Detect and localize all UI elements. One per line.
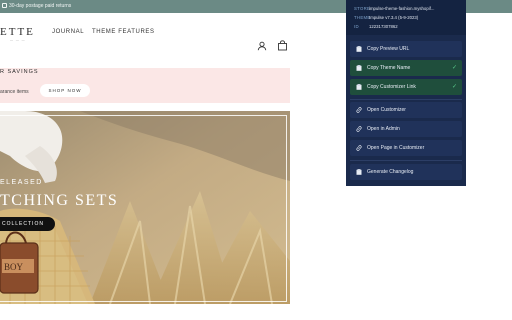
check-icon: ✓: [451, 84, 457, 90]
shop-collection-button[interactable]: COLLECTION: [0, 217, 55, 231]
check-icon: ✓: [451, 65, 457, 71]
divider: [350, 160, 462, 161]
link-icon: [356, 126, 362, 132]
open-page-in-customizer-button[interactable]: Open Page in Customizer: [350, 140, 462, 156]
cart-icon[interactable]: [277, 40, 288, 51]
clipboard-icon: [356, 65, 362, 71]
generate-changelog-button[interactable]: Generate Changelog: [350, 164, 462, 180]
nav-item-journal[interactable]: JOURNAL: [52, 29, 84, 35]
copy-preview-url-button[interactable]: Copy Preview URL: [350, 41, 462, 57]
open-customizer-button[interactable]: Open Customizer: [350, 102, 462, 118]
hero-title: TCHING SETS: [0, 192, 119, 209]
link-icon: [356, 145, 362, 151]
account-icon[interactable]: [257, 41, 267, 51]
store-info-panel: STOREimpulse-theme-fashion.myshopif... T…: [346, 0, 466, 35]
extension-popup: STOREimpulse-theme-fashion.myshopif... T…: [346, 0, 466, 186]
nav-item-theme-features[interactable]: THEME FEATURES: [92, 29, 155, 35]
clipboard-icon: [356, 46, 362, 52]
announcement-text: 30-day postage paid returns: [9, 3, 72, 9]
copy-theme-name-button[interactable]: Copy Theme Name ✓: [350, 60, 462, 76]
hero-eyebrow: ELEASED: [0, 179, 43, 186]
copy-customizer-link-button[interactable]: Copy Customizer Link ✓: [350, 79, 462, 95]
divider: [350, 99, 462, 100]
logo-tagline-mark: — — —: [10, 38, 26, 42]
open-in-admin-button[interactable]: Open in Admin: [350, 121, 462, 137]
clipboard-icon: [356, 169, 362, 175]
info-row-id: ID 122317307862: [354, 24, 398, 29]
clipboard-icon: [356, 84, 362, 90]
promo-title: R SAVINGS: [0, 69, 39, 75]
link-icon: [356, 107, 362, 113]
info-row-theme: THEMEImpulse v7.3.4 (5-9-2023): [354, 15, 419, 20]
checkbox-icon: [2, 3, 7, 8]
promo-text: arance items: [0, 89, 29, 95]
info-row-store: STOREimpulse-theme-fashion.myshopif...: [354, 6, 435, 11]
shop-now-button[interactable]: SHOP NOW: [40, 84, 90, 97]
site-logo[interactable]: ETTE: [0, 26, 35, 38]
